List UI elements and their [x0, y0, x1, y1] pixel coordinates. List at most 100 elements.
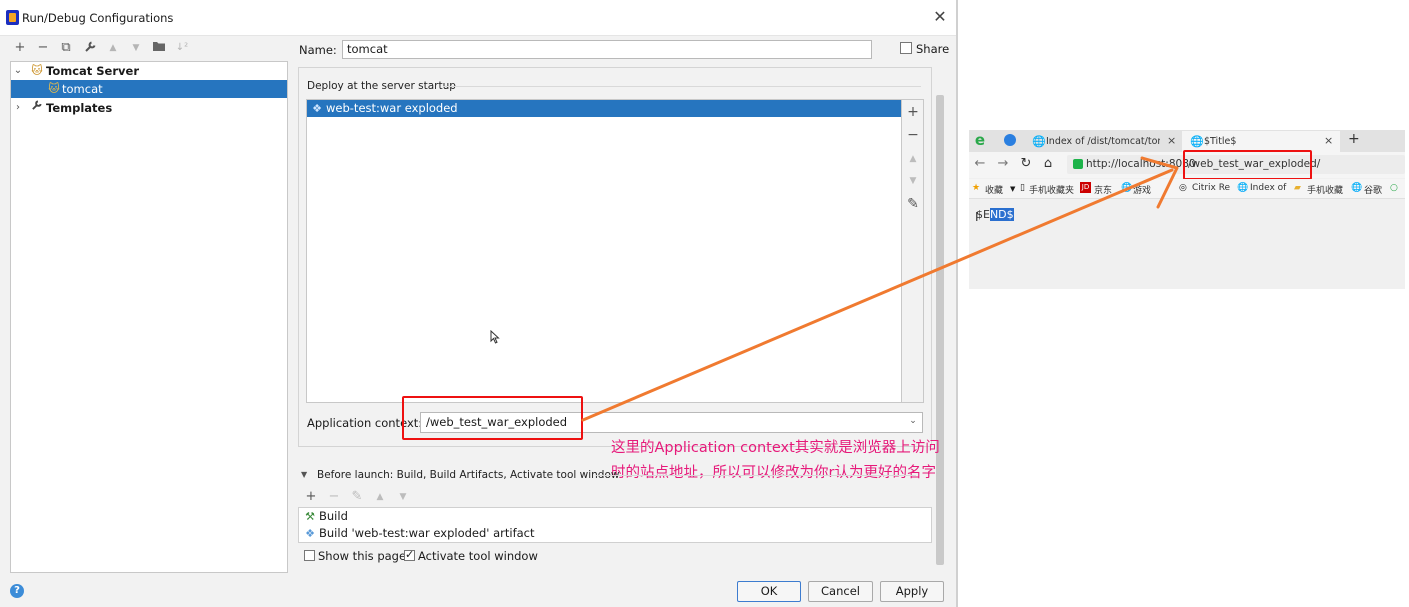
configuration-tree: ⌄ 🐱 Tomcat Server 🐱 tomcat › Templates	[10, 61, 288, 573]
tree-group-label: Tomcat Server	[46, 64, 139, 78]
home-icon[interactable]: ⌂	[1041, 157, 1055, 171]
globe-icon: 🌐	[1032, 135, 1046, 148]
reload-icon[interactable]: ↻	[1019, 157, 1033, 171]
task-label: Build	[319, 509, 348, 523]
edit-defaults-wrench-icon[interactable]	[82, 40, 98, 56]
add-artifact-button[interactable]: +	[905, 104, 921, 120]
move-artifact-up-button[interactable]: ▲	[905, 151, 921, 167]
task-label: Build 'web-test:war exploded' artifact	[319, 526, 535, 540]
deploy-section-label: Deploy at the server startup	[307, 80, 456, 92]
back-icon[interactable]: ←	[973, 157, 987, 171]
folder-button[interactable]	[151, 40, 167, 56]
globe-icon: 🌐	[1237, 183, 1249, 193]
show-page-checkbox[interactable]	[304, 550, 315, 561]
move-artifact-down-button[interactable]: ▼	[905, 173, 921, 189]
collapse-triangle-icon[interactable]: ▼	[301, 470, 307, 479]
name-input[interactable]: tomcat	[342, 40, 872, 59]
folder-icon: ▰	[1294, 183, 1301, 193]
app-context-highlight-box	[402, 396, 583, 440]
vertical-scrollbar[interactable]	[936, 95, 944, 565]
deploy-artifact-item[interactable]: ❖ web-test:war exploded	[307, 100, 901, 117]
browser-logo-icon[interactable]: e	[973, 132, 987, 148]
move-task-down-button[interactable]: ▼	[395, 489, 411, 505]
tab-title: $Title$	[1204, 136, 1237, 147]
artifact-icon: ❖	[312, 102, 322, 115]
tree-group-tomcat-server[interactable]: ⌄ 🐱 Tomcat Server	[11, 62, 287, 80]
activate-tool-window-label: Activate tool window	[418, 549, 538, 563]
tree-item-tomcat[interactable]: 🐱 tomcat	[11, 80, 287, 98]
task-build[interactable]: ⚒ Build	[300, 508, 932, 525]
tab-close-icon[interactable]: ×	[1324, 134, 1333, 147]
tab-title: Index of /dist/tomcat/tomc	[1046, 136, 1160, 147]
chevron-right-icon[interactable]: ›	[13, 99, 23, 117]
artifact-icon: ❖	[305, 527, 315, 540]
bookmark-item[interactable]: Citrix Re	[1192, 183, 1230, 193]
bookmark-item[interactable]: Index of	[1250, 183, 1286, 193]
bookmark-item[interactable]: 京东	[1094, 183, 1112, 196]
sort-button[interactable]: ↓²	[174, 40, 190, 56]
hammer-icon: ⚒	[305, 510, 315, 523]
tab-close-icon[interactable]: ×	[1167, 134, 1176, 147]
copy-configuration-button[interactable]: ⧉	[58, 40, 74, 56]
page-text-prefix: $E	[976, 208, 990, 221]
cancel-button[interactable]: Cancel	[808, 581, 873, 602]
bookmark-item[interactable]: 手机收藏	[1307, 183, 1343, 196]
globe-icon: 🌐	[1190, 135, 1204, 148]
remove-task-button[interactable]: −	[326, 489, 342, 505]
deploy-artifact-list	[306, 99, 902, 403]
deploy-artifact-label: web-test:war exploded	[326, 101, 458, 115]
move-task-up-button[interactable]: ▲	[372, 489, 388, 505]
folder-icon	[153, 42, 165, 51]
show-page-label: Show this page	[318, 549, 407, 563]
section-divider	[596, 475, 916, 476]
help-icon[interactable]: ?	[10, 584, 24, 598]
add-configuration-button[interactable]: +	[12, 40, 28, 56]
chevron-down-icon[interactable]: ▼	[1010, 185, 1015, 193]
page-text[interactable]: $END$	[976, 208, 1014, 221]
tomcat-icon: 🐱	[31, 64, 43, 77]
activate-tool-window-checkbox[interactable]	[404, 548, 415, 561]
name-label: Name:	[299, 43, 337, 57]
remove-configuration-button[interactable]: −	[35, 40, 51, 56]
share-label: Share	[916, 42, 950, 56]
tree-item-label: tomcat	[62, 82, 103, 96]
star-icon: ★	[972, 183, 981, 193]
close-icon[interactable]: ✕	[933, 9, 947, 25]
tree-group-templates[interactable]: › Templates	[11, 99, 287, 117]
wrench-icon	[30, 99, 44, 117]
ok-button[interactable]: OK	[737, 581, 801, 602]
move-down-button[interactable]: ▼	[128, 40, 144, 56]
mouse-cursor-icon	[490, 329, 500, 344]
before-launch-list: ⚒ Build ❖ Build 'web-test:war exploded' …	[298, 507, 932, 543]
tree-templates-label: Templates	[46, 101, 113, 115]
move-up-button[interactable]: ▲	[105, 40, 121, 56]
chevron-down-icon[interactable]: ⌄	[908, 416, 918, 428]
bookmark-item[interactable]: 手机收藏夹	[1029, 183, 1074, 196]
intellij-app-icon	[6, 10, 19, 25]
annotation-text: 这里的Application context其实就是浏览器上访问时的站点地址，所…	[611, 440, 940, 481]
citrix-icon: ◎	[1179, 183, 1187, 193]
forward-icon[interactable]: →	[996, 157, 1010, 171]
apply-button[interactable]: Apply	[880, 581, 944, 602]
globe-icon: 🌐	[1351, 183, 1363, 193]
mobile-icon: ▯	[1020, 183, 1025, 193]
security-shield-icon	[1073, 159, 1083, 169]
add-task-button[interactable]: +	[303, 489, 319, 505]
bookmark-item[interactable]: 谷歌	[1364, 183, 1382, 196]
bookmark-item[interactable]: 游戏	[1133, 183, 1151, 196]
extension-icon[interactable]	[1004, 134, 1016, 146]
edit-task-button[interactable]: ✎	[349, 489, 365, 505]
dialog-title: Run/Debug Configurations	[22, 11, 174, 25]
task-build-artifact[interactable]: ❖ Build 'web-test:war exploded' artifact	[300, 525, 932, 542]
deploy-side-toolbar	[902, 99, 924, 403]
chevron-down-icon[interactable]: ⌄	[13, 62, 23, 80]
wrench-icon	[84, 41, 95, 52]
address-path-highlight-box	[1183, 150, 1312, 180]
share-checkbox[interactable]	[900, 42, 912, 54]
search-icon[interactable]: ○	[1390, 183, 1398, 193]
new-tab-button[interactable]: +	[1348, 131, 1360, 147]
edit-artifact-button[interactable]: ✎	[905, 196, 921, 212]
remove-artifact-button[interactable]: −	[905, 127, 921, 143]
bookmark-item[interactable]: 收藏	[985, 183, 1003, 196]
before-launch-label: Before launch: Build, Build Artifacts, A…	[317, 469, 620, 481]
